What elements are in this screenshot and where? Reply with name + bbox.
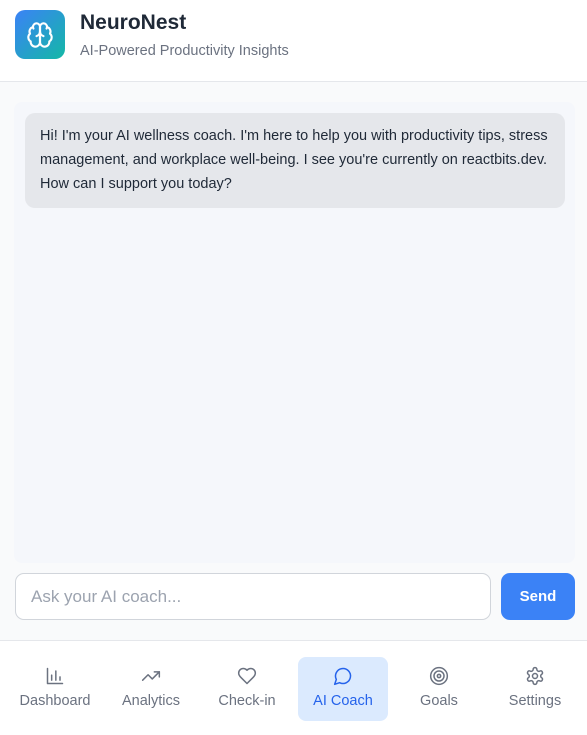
app-header: NeuroNest AI-Powered Productivity Insigh… xyxy=(0,0,587,82)
nav-label-ai-coach: AI Coach xyxy=(313,693,373,709)
send-button[interactable]: Send xyxy=(501,573,575,620)
trending-up-icon xyxy=(141,671,161,681)
app-subtitle: AI-Powered Productivity Insights xyxy=(80,43,289,59)
nav-label-settings: Settings xyxy=(508,693,562,709)
nav-item-check-in[interactable]: Check-in xyxy=(202,657,292,721)
chat-input[interactable] xyxy=(15,573,491,620)
chat-area: Hi! I'm your AI wellness coach. I'm here… xyxy=(0,82,587,640)
chat-messages-panel[interactable]: Hi! I'm your AI wellness coach. I'm here… xyxy=(14,102,575,563)
app-logo xyxy=(15,10,65,59)
nav-item-dashboard[interactable]: Dashboard xyxy=(10,657,100,721)
assistant-message-bubble: Hi! I'm your AI wellness coach. I'm here… xyxy=(25,113,565,208)
target-icon xyxy=(429,666,449,686)
nav-label-analytics: Analytics xyxy=(121,693,181,709)
nav-item-analytics[interactable]: Analytics xyxy=(106,657,196,721)
nav-label-check-in: Check-in xyxy=(218,693,276,709)
app-root: NeuroNest AI-Powered Productivity Insigh… xyxy=(0,0,587,735)
bar-chart-icon xyxy=(46,667,64,685)
nav-item-ai-coach[interactable]: AI Coach xyxy=(298,657,388,721)
nav-item-settings[interactable]: Settings xyxy=(490,657,580,721)
app-title: NeuroNest xyxy=(80,11,187,34)
nav-item-goals[interactable]: Goals xyxy=(394,657,484,721)
heart-icon xyxy=(237,667,257,685)
message-circle-icon xyxy=(333,667,352,686)
brain-icon xyxy=(27,21,53,48)
gear-icon xyxy=(526,666,544,686)
nav-label-dashboard: Dashboard xyxy=(19,693,91,709)
bottom-nav: Dashboard Analytics Check-in AI Coach Go… xyxy=(0,640,587,735)
nav-label-goals: Goals xyxy=(420,693,458,709)
